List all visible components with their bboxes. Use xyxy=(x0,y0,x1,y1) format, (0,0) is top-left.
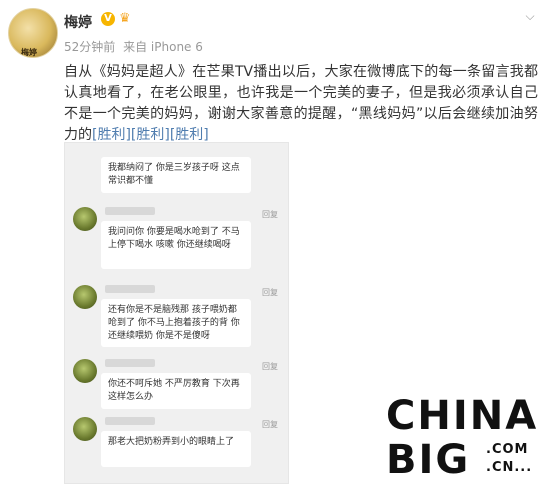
commenter-avatar xyxy=(73,417,97,441)
post-meta: 52分钟前 来自 iPhone 6 xyxy=(64,38,203,55)
commenter-name xyxy=(105,417,155,425)
chevron-down-icon[interactable]: ⌵ xyxy=(522,8,538,24)
chinabig-watermark: CHINA BIG .COM .CN... xyxy=(378,394,546,486)
post-emoticons: [胜利][胜利][胜利] xyxy=(92,127,209,143)
comment-bubble: 我问问你 你要是喝水呛到了 不马上停下喝水 咳嗽 你还继续喝呀 xyxy=(101,221,251,269)
avatar-text: 梅婷 xyxy=(21,48,37,57)
commenter-name xyxy=(105,359,155,367)
commenter-name xyxy=(105,285,155,293)
comment-bubble: 还有你是不是脑残那 孩子喂奶都呛到了 你不马上抱着孩子的背 你还继续喂奶 你是不… xyxy=(101,299,251,347)
comment-bubble: 那老大把奶粉弄到小的眼睛上了 xyxy=(101,431,251,467)
comment-bubble: 你还不呵斥她 不严厉教育 下次再这样怎么办 xyxy=(101,373,251,409)
watermark-line4: .CN... xyxy=(486,460,533,475)
username[interactable]: 梅婷 xyxy=(64,12,92,32)
commenter-name xyxy=(105,207,155,215)
user-avatar[interactable]: 梅婷 xyxy=(8,8,58,58)
commenter-avatar xyxy=(73,285,97,309)
watermark-line3: .COM xyxy=(486,442,529,457)
reply-button[interactable]: 回复 xyxy=(262,287,278,298)
post-time[interactable]: 52分钟前 xyxy=(64,40,115,54)
watermark-line1: CHINA xyxy=(386,393,539,439)
reply-button[interactable]: 回复 xyxy=(262,361,278,372)
crown-icon: ♛ xyxy=(119,11,131,26)
verified-badge-icon: V xyxy=(101,12,115,26)
reply-button[interactable]: 回复 xyxy=(262,419,278,430)
commenter-avatar xyxy=(73,207,97,231)
commenter-avatar xyxy=(73,359,97,383)
watermark-line2: BIG xyxy=(386,437,471,483)
post-text: 自从《妈妈是超人》在芒果TV播出以后，大家在微博底下的每一条留言我都认真地看了，… xyxy=(64,62,538,146)
comment-bubble: 我都纳闷了 你是三岁孩子呀 这点常识都不懂 xyxy=(101,157,251,193)
reply-button[interactable]: 回复 xyxy=(262,209,278,220)
post-source: 来自 iPhone 6 xyxy=(123,40,203,54)
comments-screenshot: 我都纳闷了 你是三岁孩子呀 这点常识都不懂 回复 我问问你 你要是喝水呛到了 不… xyxy=(64,142,289,484)
